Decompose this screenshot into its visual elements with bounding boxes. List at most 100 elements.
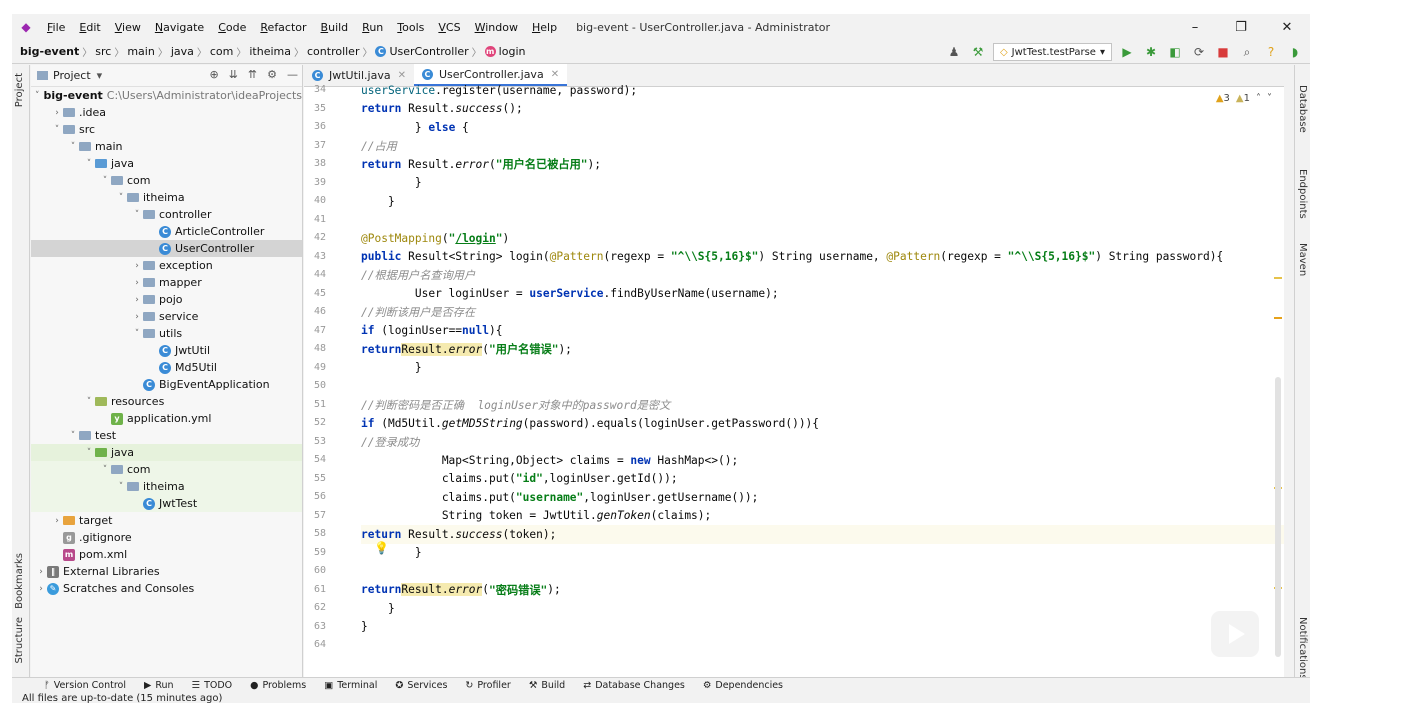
tree-item[interactable]: ˅ com	[31, 461, 302, 478]
minimize-button[interactable]: –	[1172, 14, 1218, 40]
tree-item[interactable]: ˅ big-event C:\Users\Administrator\ideaPro…	[31, 87, 302, 104]
close-icon[interactable]: ✕	[551, 69, 559, 80]
chevron-down-icon[interactable]: ˅	[51, 125, 63, 135]
chevron-right-icon[interactable]: ›	[131, 261, 143, 271]
menu-refactor[interactable]: Refactor	[253, 21, 313, 34]
tool-window-run[interactable]: ▶ Run	[144, 680, 174, 691]
chevron-down-icon[interactable]: ˅	[83, 397, 95, 407]
run-configuration-select[interactable]: ◇ JwtTest.testParse ▾	[992, 43, 1112, 61]
chevron-up-icon[interactable]: ˄	[1256, 93, 1261, 104]
menu-build[interactable]: Build	[314, 21, 356, 34]
video-play-icon[interactable]	[1208, 608, 1262, 660]
tree-item[interactable]: C UserController	[31, 240, 302, 257]
settings-gear-icon[interactable]: ⚙	[267, 68, 277, 81]
tool-tab-bookmarks[interactable]: Bookmarks	[14, 553, 25, 609]
help-icon[interactable]: ?	[1262, 43, 1280, 61]
chevron-down-icon[interactable]: ˅	[83, 448, 95, 458]
tree-item[interactable]: › .idea	[31, 104, 302, 121]
chevron-down-icon[interactable]: ˅	[67, 431, 79, 441]
hide-panel-icon[interactable]: —	[287, 68, 298, 81]
plugin-icon[interactable]: ◗	[1286, 43, 1304, 61]
tree-item[interactable]: ˅ utils	[31, 325, 302, 342]
chevron-down-icon[interactable]: ˅	[67, 142, 79, 152]
locate-icon[interactable]: ⊕	[209, 68, 218, 81]
chevron-right-icon[interactable]: ›	[131, 278, 143, 288]
tree-item[interactable]: ˅ itheima	[31, 478, 302, 495]
tree-item[interactable]: ˅ test	[31, 427, 302, 444]
menu-vcs[interactable]: VCS	[431, 21, 467, 34]
chevron-down-icon[interactable]: ˅	[99, 465, 111, 475]
run-icon[interactable]: ▶	[1118, 43, 1136, 61]
tool-window-database-changes[interactable]: ⇄ Database Changes	[583, 680, 685, 691]
coverage-icon[interactable]: ◧	[1166, 43, 1184, 61]
menu-navigate[interactable]: Navigate	[148, 21, 211, 34]
tool-tab-project[interactable]: Project	[14, 73, 25, 107]
project-view-select[interactable]: Project	[53, 69, 91, 82]
tree-item[interactable]: ˅ src	[31, 121, 302, 138]
tree-item[interactable]: C JwtTest	[31, 495, 302, 512]
menu-file[interactable]: File	[40, 21, 72, 34]
tree-item[interactable]: › mapper	[31, 274, 302, 291]
tool-tab-endpoints[interactable]: Endpoints	[1297, 169, 1308, 219]
chevron-right-icon[interactable]: ›	[131, 295, 143, 305]
tool-window-version-control[interactable]: ᚠ Version Control	[44, 680, 126, 691]
expand-all-icon[interactable]: ⇊	[229, 68, 238, 81]
tree-item[interactable]: g .gitignore	[31, 529, 302, 546]
tree-item[interactable]: m pom.xml	[31, 546, 302, 563]
tool-tab-notifications[interactable]: Notifications	[1297, 617, 1308, 680]
tool-tab-database[interactable]: Database	[1297, 85, 1308, 133]
tree-item[interactable]: C JwtUtil	[31, 342, 302, 359]
chevron-down-icon[interactable]: ˅	[83, 159, 95, 169]
search-icon[interactable]: ⌕	[1238, 43, 1256, 61]
chevron-right-icon[interactable]: ›	[131, 312, 143, 322]
stop-icon[interactable]: ■	[1214, 43, 1232, 61]
chevron-right-icon[interactable]: ›	[35, 567, 47, 577]
chevron-right-icon[interactable]: ›	[51, 516, 63, 526]
menu-edit[interactable]: Edit	[72, 21, 107, 34]
menu-run[interactable]: Run	[355, 21, 390, 34]
tree-item[interactable]: › service	[31, 308, 302, 325]
maximize-button[interactable]: ❐	[1218, 14, 1264, 40]
tree-item[interactable]: › ‖ External Libraries	[31, 563, 302, 580]
chevron-down-icon[interactable]: ˅	[131, 329, 143, 339]
menu-view[interactable]: View	[108, 21, 148, 34]
chevron-down-icon[interactable]: ˅	[35, 91, 40, 101]
tree-item[interactable]: C Md5Util	[31, 359, 302, 376]
chevron-down-icon[interactable]: ˅	[115, 193, 127, 203]
menu-help[interactable]: Help	[525, 21, 564, 34]
tree-item[interactable]: ˅ itheima	[31, 189, 302, 206]
debug-icon[interactable]: ✱	[1142, 43, 1160, 61]
menu-window[interactable]: Window	[468, 21, 525, 34]
tree-item[interactable]: ˅ controller	[31, 206, 302, 223]
close-button[interactable]: ✕	[1264, 14, 1310, 40]
chevron-down-icon[interactable]: ˅	[99, 176, 111, 186]
close-icon[interactable]: ✕	[398, 70, 406, 81]
tree-item[interactable]: y application.yml	[31, 410, 302, 427]
collapse-all-icon[interactable]: ⇈	[248, 68, 257, 81]
breadcrumb-item[interactable]: com	[210, 45, 234, 58]
menu-tools[interactable]: Tools	[390, 21, 431, 34]
tree-item[interactable]: C BigEventApplication	[31, 376, 302, 393]
tool-tab-structure[interactable]: Structure	[14, 617, 25, 664]
tree-item[interactable]: ˅ java	[31, 444, 302, 461]
tool-window-problems[interactable]: ● Problems	[250, 680, 306, 691]
tool-window-todo[interactable]: ☰ TODO	[192, 680, 233, 691]
chevron-right-icon[interactable]: ›	[35, 584, 47, 594]
breadcrumb-item[interactable]: itheima	[249, 45, 291, 58]
breadcrumb-item[interactable]: main	[127, 45, 154, 58]
chevron-down-icon[interactable]: ▾	[97, 69, 103, 82]
menu-code[interactable]: Code	[211, 21, 253, 34]
scroll-thumb[interactable]	[1275, 377, 1281, 657]
breadcrumb-item[interactable]: C UserController	[375, 45, 469, 58]
tree-item[interactable]: ˅ java	[31, 155, 302, 172]
chevron-right-icon[interactable]: ›	[51, 108, 63, 118]
tool-window-build[interactable]: ⚒ Build	[529, 680, 565, 691]
tree-item[interactable]: ˅ resources	[31, 393, 302, 410]
tool-tab-maven[interactable]: Maven	[1297, 243, 1308, 276]
tree-item[interactable]: ˅ main	[31, 138, 302, 155]
code-area[interactable]: userService .register(username, password)…	[361, 84, 1284, 677]
tree-item[interactable]: › ✎ Scratches and Consoles	[31, 580, 302, 597]
tree-item[interactable]: › target	[31, 512, 302, 529]
breadcrumb-item[interactable]: java	[171, 45, 194, 58]
editor-scrollbar[interactable]	[1272, 87, 1284, 677]
